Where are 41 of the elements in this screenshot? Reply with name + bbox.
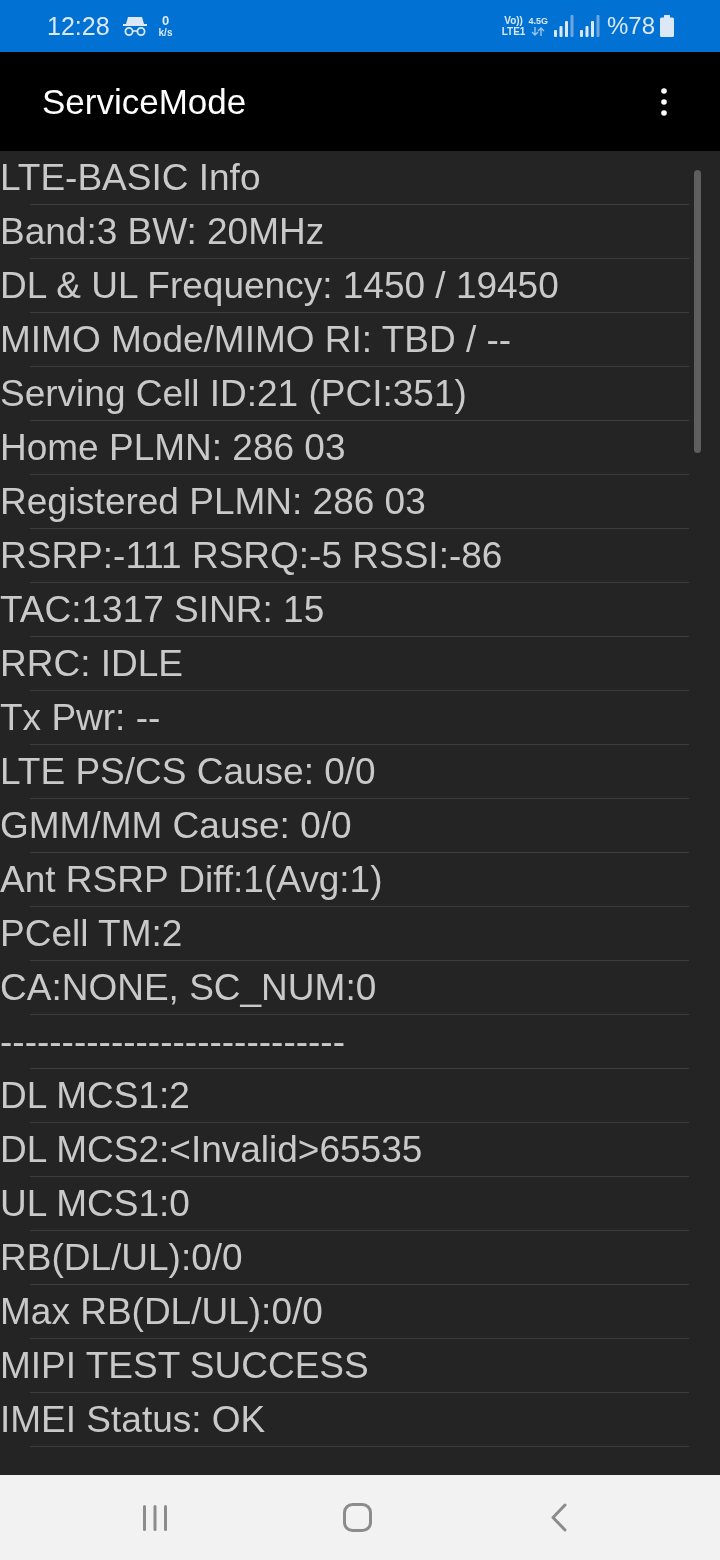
info-line: Registered PLMN: 286 03	[0, 483, 426, 520]
info-line: DL & UL Frequency: 1450 / 19450	[0, 267, 559, 304]
info-line: IMEI Status: OK	[0, 1401, 266, 1438]
info-line: Ant RSRP Diff:1(Avg:1)	[0, 861, 383, 898]
info-line: RB(DL/UL):0/0	[0, 1239, 243, 1276]
info-line: Tx Pwr: --	[0, 699, 161, 736]
app-title: ServiceMode	[42, 84, 247, 119]
info-line: UL MCS1:0	[0, 1185, 190, 1222]
clock-time: 12:28	[47, 13, 110, 39]
info-line: DL MCS2:<Invalid>65535	[0, 1131, 423, 1168]
signal-strength-icon	[553, 15, 574, 37]
info-line: CA:NONE, SC_NUM:0	[0, 969, 377, 1006]
info-line: RSRP:-111 RSRQ:-5 RSSI:-86	[0, 537, 503, 574]
back-icon[interactable]	[550, 1503, 568, 1532]
info-line: LTE-BASIC Info	[0, 159, 261, 196]
info-line: Max RB(DL/UL):0/0	[0, 1293, 323, 1330]
volte-label: Vo))	[504, 15, 523, 26]
info-line: PCell TM:2	[0, 915, 183, 952]
data-speed-unit: k/s	[158, 27, 173, 38]
info-line: MIMO Mode/MIMO RI: TBD / --	[0, 321, 512, 358]
data-arrows-icon	[531, 27, 546, 36]
info-line: MIPI TEST SUCCESS	[0, 1347, 369, 1384]
info-line: LTE PS/CS Cause: 0/0	[0, 753, 376, 790]
info-line: Home PLMN: 286 03	[0, 429, 346, 466]
scrollbar-thumb[interactable]	[694, 170, 701, 453]
network-type: 4.5G	[528, 16, 548, 27]
info-line: DL MCS1:2	[0, 1077, 190, 1114]
info-line: GMM/MM Cause: 0/0	[0, 807, 352, 844]
battery-icon	[660, 15, 674, 37]
home-icon[interactable]	[342, 1503, 372, 1532]
info-line: RRC: IDLE	[0, 645, 183, 682]
signal-strength-icon	[579, 15, 600, 37]
recent-apps-icon[interactable]	[142, 1504, 168, 1531]
battery-percent: %78	[606, 14, 655, 38]
info-line: TAC:1317 SINR: 15	[0, 591, 325, 628]
volte-sub-label: LTE1	[501, 26, 526, 37]
incognito-icon	[121, 16, 148, 36]
info-line: ----------------------------	[0, 1023, 345, 1060]
data-speed-value: 0	[161, 14, 170, 27]
info-line: Band:3 BW: 20MHz	[0, 213, 325, 250]
info-line: Serving Cell ID:21 (PCI:351)	[0, 375, 467, 412]
